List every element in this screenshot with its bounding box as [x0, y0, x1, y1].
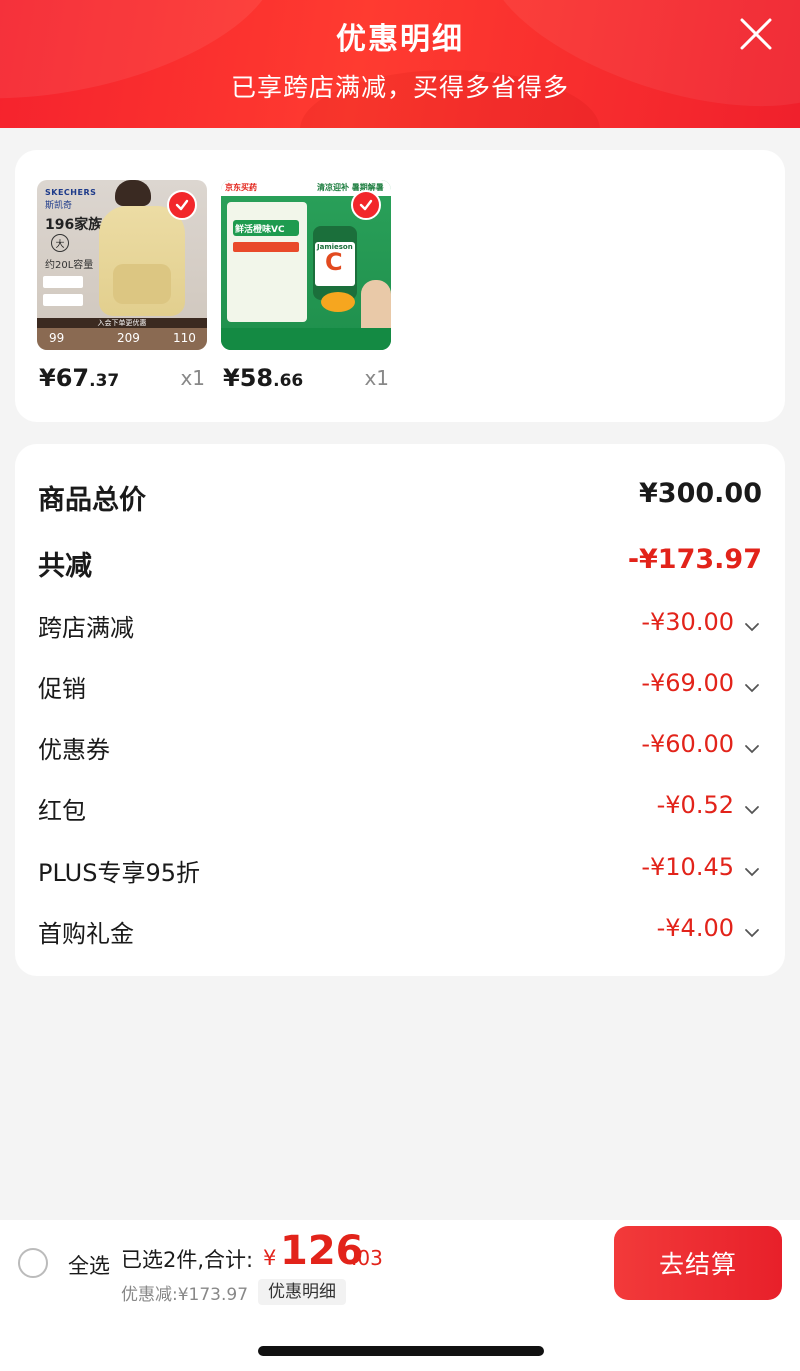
product-image-strip: 入会下单更优惠 [37, 318, 207, 328]
summary-total-value: ¥300.00 [639, 478, 762, 509]
discount-label: 促销 [38, 675, 86, 703]
discount-label: 优惠券 [38, 736, 110, 764]
summary-total-label: 商品总价 [38, 485, 146, 516]
discount-value: -¥0.52 [656, 791, 734, 819]
chevron-down-icon[interactable] [744, 863, 760, 877]
product-image-brand: SKECHERS [45, 188, 97, 197]
discount-label: PLUS专享95折 [38, 859, 200, 887]
checkout-button[interactable]: 去结算 [614, 1226, 782, 1300]
chevron-down-icon[interactable] [744, 801, 760, 815]
product-price-dec: .37 [89, 371, 120, 391]
chevron-down-icon[interactable] [744, 924, 760, 938]
product-image[interactable]: SKECHERS 斯凯奇 196家族 大 约20L容量 入会下单更优惠 99 2… [37, 180, 207, 350]
product-image-store: 京东买药 [225, 183, 257, 192]
selected-check-icon[interactable] [351, 190, 381, 220]
page-subtitle: 已享跨店满减，买得多省得多 [230, 73, 569, 102]
product-image-size-badge: 大 [51, 234, 69, 252]
product-price: ¥58.66 [223, 364, 303, 392]
total-currency: ¥ [263, 1246, 277, 1270]
summary-reduced-label: 共减 [38, 551, 92, 582]
select-all-label[interactable]: 全选 [68, 1250, 110, 1280]
model-head [115, 180, 151, 206]
product-image[interactable]: 京东买药 清凉迎补 暑期解暑 鲜活橙味VC Jamieson C [221, 180, 391, 350]
vitamin-bottle: Jamieson C [313, 226, 357, 300]
discount-value: -¥10.45 [641, 853, 734, 881]
orange-graphic [321, 292, 355, 312]
product-price: ¥67.37 [39, 364, 119, 392]
product-image-pill [233, 242, 299, 252]
discount-row[interactable]: 首购礼金 -¥4.00 [38, 910, 762, 950]
product-price-int: ¥58 [223, 364, 274, 392]
product-price-dec: .66 [273, 371, 304, 391]
select-all-radio[interactable] [18, 1248, 48, 1278]
product-image-brand-cn: 斯凯奇 [45, 201, 73, 211]
product-image-headline: 鲜活橙味VC [235, 225, 285, 235]
selected-count-text: 已选2件,合计: [121, 1248, 254, 1272]
chevron-down-icon[interactable] [744, 740, 760, 754]
discount-row[interactable]: 促销 -¥69.00 [38, 665, 762, 705]
product-image-tag [43, 276, 83, 288]
products-card: SKECHERS 斯凯奇 196家族 大 约20L容量 入会下单更优惠 99 2… [15, 150, 785, 422]
summary-reduced-row: 共减 -¥173.97 [38, 540, 762, 582]
product-quantity: x1 [180, 366, 205, 390]
summary-reduced-value: -¥173.97 [627, 544, 762, 575]
chevron-down-icon[interactable] [744, 679, 760, 693]
backpack-graphic [99, 206, 185, 316]
checkout-bar: 全选 已选2件,合计: ¥ 126 .03 优惠减:¥173.97 优惠明细 去… [0, 1220, 800, 1310]
discount-row[interactable]: 优惠券 -¥60.00 [38, 726, 762, 766]
discount-row[interactable]: 红包 -¥0.52 [38, 787, 762, 827]
header-banner: 优惠明细 已享跨店满减，买得多省得多 [0, 0, 800, 128]
product-image-number: 209 [117, 331, 140, 345]
product-item[interactable]: SKECHERS 斯凯奇 196家族 大 约20L容量 入会下单更优惠 99 2… [37, 180, 207, 394]
discount-value: -¥30.00 [641, 608, 734, 636]
product-image-volume: 约20L容量 [45, 260, 94, 271]
product-image-family: 196家族 [45, 217, 103, 233]
product-image-tag [43, 294, 83, 306]
product-price-int: ¥67 [39, 364, 90, 392]
discount-label: 红包 [38, 797, 86, 825]
close-icon [740, 18, 772, 50]
discount-label: 首购礼金 [38, 920, 134, 948]
discount-row[interactable]: 跨店满减 -¥30.00 [38, 604, 762, 644]
discount-value: -¥69.00 [641, 669, 734, 697]
total-price-dec: .03 [351, 1246, 383, 1270]
discount-label: 跨店满减 [38, 614, 134, 642]
product-quantity: x1 [364, 366, 389, 390]
close-button[interactable] [736, 14, 776, 54]
discount-value: -¥4.00 [656, 914, 734, 942]
summary-total-row: 商品总价 ¥300.00 [38, 474, 762, 516]
page-title: 优惠明细 [336, 22, 464, 57]
discount-value: -¥60.00 [641, 730, 734, 758]
product-image-letter: C [325, 248, 343, 276]
product-price-row: ¥58.66 x1 [221, 364, 391, 394]
selected-check-icon[interactable] [167, 190, 197, 220]
home-strip [0, 1310, 800, 1371]
product-price-row: ¥67.37 x1 [37, 364, 207, 394]
discount-row[interactable]: PLUS专享95折 -¥10.45 [38, 849, 762, 889]
discount-detail-button[interactable]: 优惠明细 [258, 1279, 346, 1305]
home-indicator[interactable] [258, 1346, 544, 1356]
product-image-footer [221, 328, 391, 350]
product-image-number: 110 [173, 331, 196, 345]
product-image-number: 99 [49, 331, 65, 345]
chevron-down-icon[interactable] [744, 618, 760, 632]
price-summary-card: 商品总价 ¥300.00 共减 -¥173.97 跨店满减 -¥30.00 促销… [15, 444, 785, 976]
product-item[interactable]: 京东买药 清凉迎补 暑期解暑 鲜活橙味VC Jamieson C ¥58.66 … [221, 180, 391, 394]
product-image-footer: 入会下单更优惠 99 209 110 [37, 318, 207, 350]
discount-summary: 优惠减:¥173.97 [121, 1285, 249, 1305]
